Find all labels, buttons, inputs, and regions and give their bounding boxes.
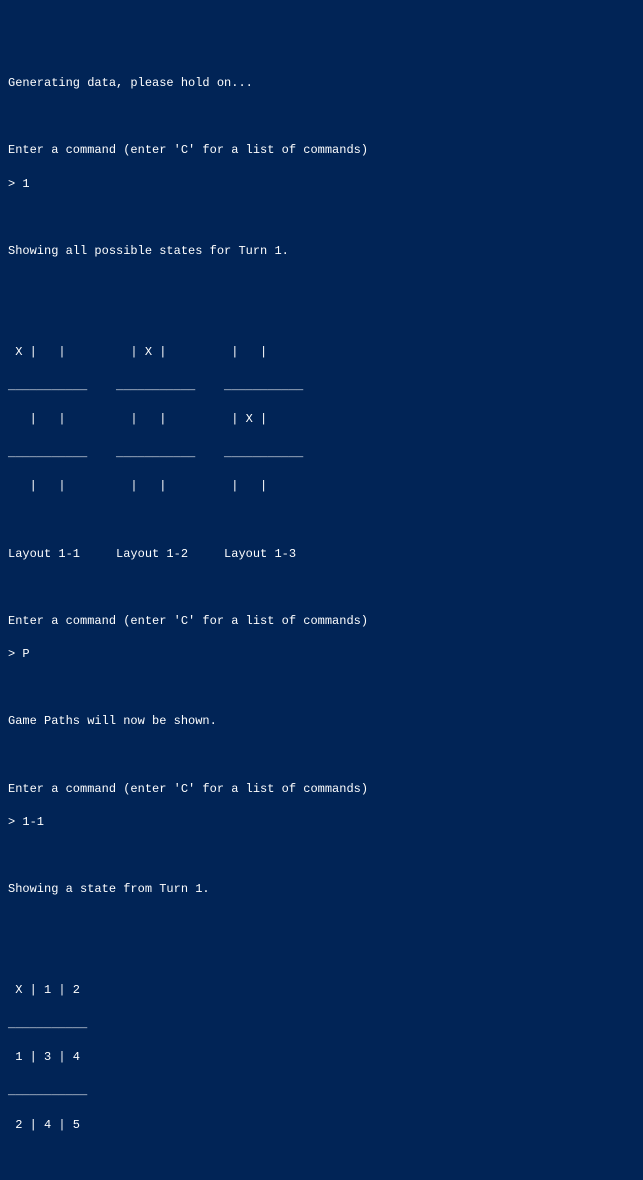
command-input[interactable]: > 1-1 — [8, 814, 635, 831]
blank — [8, 210, 635, 227]
board-row: 2 | 4 | 5 — [8, 1117, 635, 1134]
status-showing: Showing all possible states for Turn 1. — [8, 243, 635, 260]
status-generating: Generating data, please hold on... — [8, 75, 635, 92]
blank — [8, 109, 635, 126]
board-row: | | | | | | — [8, 478, 635, 495]
command-prompt: Enter a command (enter 'C' for a list of… — [8, 781, 635, 798]
command-prompt: Enter a command (enter 'C' for a list of… — [8, 142, 635, 159]
blank — [8, 1150, 635, 1167]
command-prompt: Enter a command (enter 'C' for a list of… — [8, 613, 635, 630]
board-row: 1 | 3 | 4 — [8, 1049, 635, 1066]
board-divider: ___________ ___________ ___________ — [8, 378, 635, 395]
blank — [8, 277, 635, 294]
blank — [8, 680, 635, 697]
board-divider: ___________ ___________ ___________ — [8, 445, 635, 462]
blank — [8, 310, 635, 327]
blank — [8, 915, 635, 932]
board-row: X | 1 | 2 — [8, 982, 635, 999]
blank — [8, 848, 635, 865]
command-input[interactable]: > 1 — [8, 176, 635, 193]
command-input[interactable]: > P — [8, 646, 635, 663]
status-showing: Showing a state from Turn 1. — [8, 881, 635, 898]
blank — [8, 579, 635, 596]
board-divider: ___________ — [8, 1083, 635, 1100]
board-row: | | | | | X | — [8, 411, 635, 428]
status-paths: Game Paths will now be shown. — [8, 713, 635, 730]
board-divider: ___________ — [8, 1016, 635, 1033]
blank — [8, 512, 635, 529]
layout-labels: Layout 1-1 Layout 1-2 Layout 1-3 — [8, 546, 635, 563]
board-row: X | | | X | | | — [8, 344, 635, 361]
blank — [8, 747, 635, 764]
blank — [8, 949, 635, 966]
